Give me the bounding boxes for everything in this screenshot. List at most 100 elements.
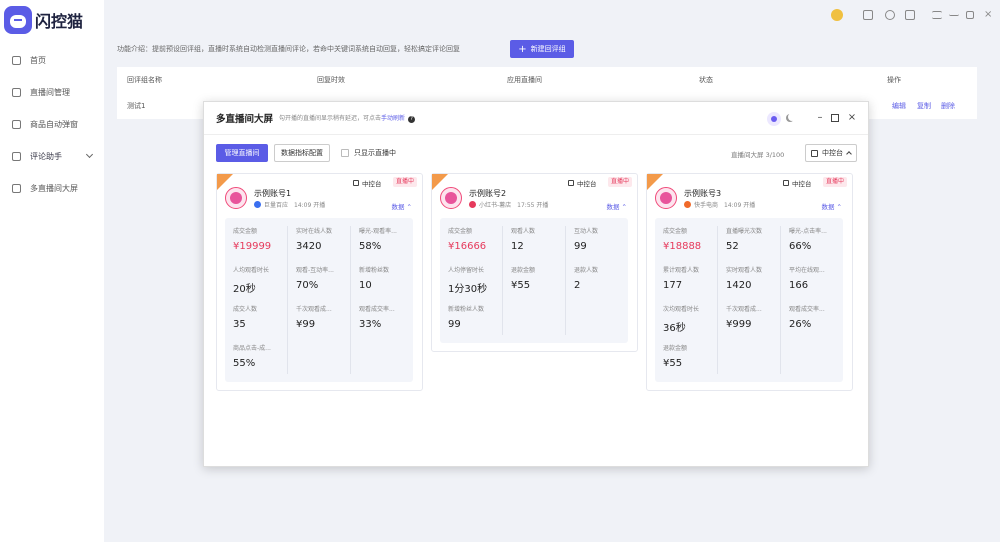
metric-label: 成交金额 — [663, 228, 688, 235]
metric-label: 成交金额 — [233, 228, 258, 235]
live-status-badge: 直播中 — [608, 177, 633, 187]
metric-label: 成交人数 — [233, 306, 258, 313]
metric-item: 新增粉丝数 10 — [359, 265, 419, 291]
copy-link[interactable]: 复制 — [917, 101, 931, 111]
metric-value: 1分30秒 — [448, 284, 488, 295]
metric-label: 观看成交率... — [789, 306, 825, 313]
restore-icon[interactable] — [966, 11, 974, 19]
sidebar-item-multi-screen[interactable]: 多直播间大屏 — [0, 172, 104, 204]
column-header: 状态 — [699, 76, 713, 84]
account-meta: 快手电商 14:09 开播 — [684, 200, 755, 209]
maximize-icon[interactable] — [831, 114, 839, 122]
console-tag-label: 中控台 — [577, 180, 597, 188]
clipboard-icon[interactable] — [863, 10, 873, 20]
dialog-title: 多直播间大屏 — [216, 114, 274, 125]
console-tag[interactable]: 中控台 — [568, 178, 597, 188]
user-avatar[interactable] — [831, 9, 843, 21]
new-reply-group-button[interactable]: + 新建回评组 — [510, 40, 574, 58]
sidebar-item-product-popup[interactable]: 商品自动弹窗 — [0, 108, 104, 140]
manage-rooms-button[interactable]: 管理直播间 — [216, 144, 268, 162]
metric-item: 曝光-点击率... 66% — [789, 226, 849, 252]
headset-icon[interactable] — [885, 10, 895, 20]
minimize-icon[interactable] — [949, 10, 959, 16]
console-tag[interactable]: 中控台 — [783, 178, 812, 188]
metric-value: 35 — [233, 319, 246, 330]
metric-item: 人均观看时长 20秒 — [233, 265, 293, 295]
close-icon[interactable]: × — [984, 10, 994, 20]
metric-value: 177 — [663, 280, 683, 291]
manual-refresh-link[interactable]: 手动刷新 — [381, 115, 405, 122]
subtitle-text: 勾开播的直播间显示稍有延迟，可点击 — [279, 115, 382, 122]
sidebar-item-live-rooms[interactable]: 直播间管理 — [0, 76, 104, 108]
metric-item: 曝光-观看率... 58% — [359, 226, 419, 252]
metric-value: ¥99 — [296, 319, 316, 330]
app-logo[interactable]: 闪控猫 — [4, 5, 83, 35]
metric-value: 12 — [511, 241, 524, 252]
account-avatar — [440, 187, 462, 209]
avatar-image — [230, 192, 242, 204]
cat-logo-icon — [4, 6, 32, 34]
metric-value: ¥999 — [726, 319, 752, 330]
metric-value: ¥55 — [663, 358, 683, 369]
metric-label: 成交金额 — [448, 228, 473, 235]
metric-item: 观看-互动率... 70% — [296, 265, 356, 291]
metric-item: 观看成交率... 33% — [359, 304, 419, 330]
metric-item: 累计观看人数 177 — [663, 265, 723, 291]
platform-name: 快手电商 — [694, 202, 719, 209]
edit-icon[interactable] — [905, 10, 915, 20]
moon-icon[interactable] — [788, 113, 796, 121]
live-room-card[interactable]: 中控台 直播中 示例账号2 小红书-薯店 17:55 开播 数据 ⌃ 成交金额 ¥16666 观… — [431, 173, 638, 352]
sidebar-item-label: 首页 — [30, 55, 46, 65]
platform-icon — [469, 201, 476, 208]
console-icon — [568, 180, 574, 186]
checkbox-label: 只显示直播中 — [354, 149, 396, 157]
metric-label: 退款金额 — [511, 267, 536, 274]
delete-link[interactable]: 删除 — [941, 101, 955, 111]
metric-value: 99 — [448, 319, 461, 330]
user-icon — [12, 87, 21, 97]
edit-link[interactable]: 编辑 — [892, 101, 906, 111]
account-avatar — [225, 187, 247, 209]
metric-label: 退款人数 — [574, 267, 599, 274]
help-icon[interactable]: ? — [408, 116, 416, 123]
metric-value: 2 — [574, 280, 581, 291]
metric-value: 66% — [789, 241, 812, 252]
live-status-badge: 直播中 — [393, 177, 418, 187]
start-time: 17:55 开播 — [517, 202, 549, 209]
checkbox-box[interactable] — [341, 149, 349, 157]
console-tag-label: 中控台 — [362, 180, 382, 188]
start-time: 14:09 开播 — [724, 202, 756, 209]
data-toggle[interactable]: 数据 ⌃ — [606, 201, 627, 211]
data-toggle[interactable]: 数据 ⌃ — [821, 201, 842, 211]
metric-label: 次均观看时长 — [663, 306, 700, 313]
light-theme-toggle[interactable] — [767, 112, 781, 126]
live-room-card[interactable]: 中控台 直播中 示例账号3 快手电商 14:09 开播 数据 ⌃ 成交金额 ¥18888 直播曝… — [646, 173, 853, 391]
dialog-toolbar: 管理直播间 数据指标配置 只显示直播中 直播间大屏 3/100 中控台 — [216, 144, 857, 162]
console-dropdown-button[interactable]: 中控台 — [805, 144, 857, 162]
metric-item: 互动人数 99 — [574, 226, 634, 252]
sidebar-item-home[interactable]: 首页 — [0, 44, 104, 76]
console-tag[interactable]: 中控台 — [353, 178, 382, 188]
live-room-card[interactable]: 中控台 直播中 示例账号1 巨量百应 14:09 开播 数据 ⌃ 成交金额 ¥19999 实时在… — [216, 173, 423, 391]
minimize-icon[interactable]: – — [815, 113, 825, 123]
platform-name: 巨量百应 — [264, 202, 289, 209]
metric-value: 70% — [296, 280, 319, 291]
only-live-checkbox[interactable]: 只显示直播中 — [341, 148, 396, 158]
close-icon[interactable]: × — [847, 113, 857, 123]
popup-icon — [12, 119, 21, 129]
metric-label: 互动人数 — [574, 228, 599, 235]
metric-label: 曝光-观看率... — [359, 228, 397, 235]
chevron-down-icon — [85, 150, 94, 159]
metric-value: ¥55 — [511, 280, 531, 291]
account-name: 示例账号1 — [254, 189, 292, 198]
sidebar-item-comment-assistant[interactable]: 评论助手 — [0, 140, 104, 172]
data-toggle[interactable]: 数据 ⌃ — [391, 201, 412, 211]
live-status-badge: 直播中 — [823, 177, 848, 187]
metric-item: 成交金额 ¥18888 — [663, 226, 723, 252]
app-name: 闪控猫 — [35, 12, 84, 31]
metric-config-button[interactable]: 数据指标配置 — [274, 144, 330, 162]
metric-label: 千次观看成... — [726, 306, 762, 313]
menu-icon[interactable] — [932, 11, 942, 19]
metric-label: 直播曝光次数 — [726, 228, 763, 235]
metric-item: 观看人数 12 — [511, 226, 571, 252]
